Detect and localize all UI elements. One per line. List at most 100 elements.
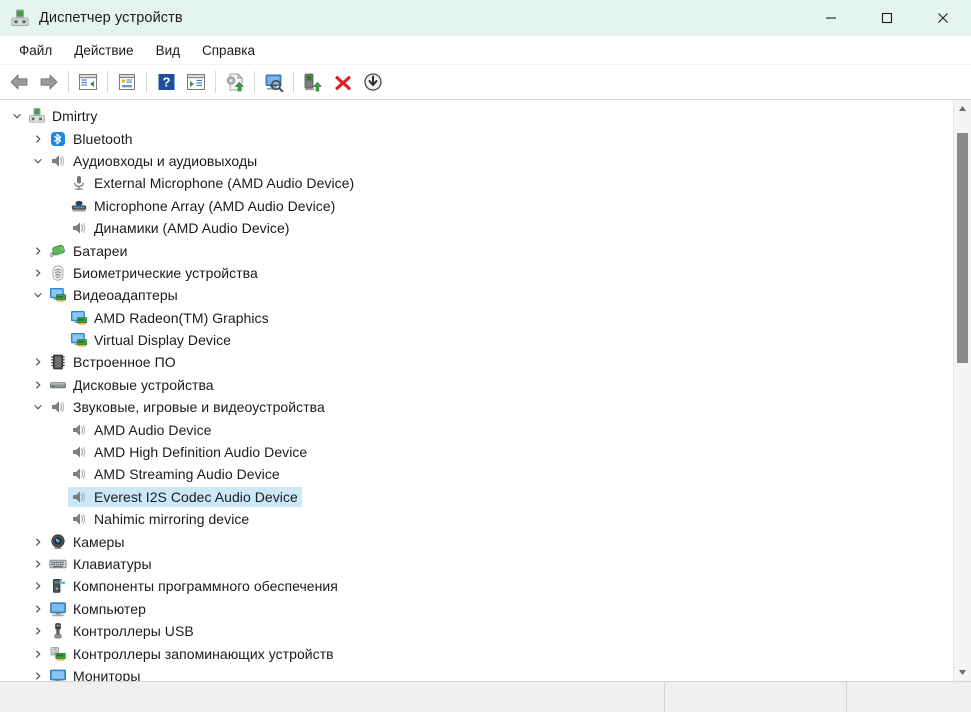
- tree-node[interactable]: AMD Audio Device: [0, 418, 953, 440]
- tree-node[interactable]: Звуковые, игровые и видеоустройства: [0, 396, 953, 418]
- chevron-down-icon[interactable]: [29, 284, 47, 306]
- chevron-right-icon[interactable]: [29, 262, 47, 284]
- tree-indent-spacer: [50, 463, 68, 485]
- tree-node-content[interactable]: Встроенное ПО: [47, 352, 180, 372]
- chevron-right-icon[interactable]: [29, 531, 47, 553]
- tree-node[interactable]: Динамики (AMD Audio Device): [0, 217, 953, 239]
- uninstall-device-icon[interactable]: [328, 68, 358, 96]
- vertical-scrollbar[interactable]: [953, 100, 971, 681]
- chevron-right-icon[interactable]: [29, 598, 47, 620]
- maximize-button[interactable]: [859, 0, 915, 36]
- scroll-up-arrow-icon[interactable]: [954, 100, 971, 117]
- tree-node-content[interactable]: Bluetooth: [47, 129, 137, 149]
- chevron-down-icon[interactable]: [8, 105, 26, 127]
- tree-node-content[interactable]: Камеры: [47, 532, 129, 552]
- forward-icon[interactable]: [34, 68, 64, 96]
- tree-node-content[interactable]: Everest I2S Codec Audio Device: [68, 486, 302, 507]
- chevron-right-icon[interactable]: [29, 553, 47, 575]
- tree-node-content[interactable]: AMD Audio Device: [68, 420, 216, 440]
- tree-node-content[interactable]: AMD Streaming Audio Device: [68, 464, 284, 484]
- back-icon[interactable]: [4, 68, 34, 96]
- tree-node[interactable]: Dmirtry: [0, 105, 953, 127]
- tree-node[interactable]: Компьютер: [0, 598, 953, 620]
- storage-controller-icon: [49, 645, 67, 663]
- scrollbar-thumb[interactable]: [957, 133, 968, 364]
- chevron-right-icon[interactable]: [29, 620, 47, 642]
- tree-node-content[interactable]: AMD High Definition Audio Device: [68, 442, 311, 462]
- show-hide-console-tree-icon[interactable]: [73, 68, 103, 96]
- tree-node-content[interactable]: Аудиовходы и аудиовыходы: [47, 151, 261, 171]
- tree-node[interactable]: Мониторы: [0, 665, 953, 681]
- tree-node-content[interactable]: AMD Radeon(TM) Graphics: [68, 308, 273, 328]
- tree-node[interactable]: Аудиовходы и аудиовыходы: [0, 150, 953, 172]
- tree-node[interactable]: Контроллеры запоминающих устройств: [0, 642, 953, 664]
- tree-node-content[interactable]: Virtual Display Device: [68, 330, 235, 350]
- window-title: Диспетчер устройств: [39, 10, 183, 26]
- tree-node-content[interactable]: Биометрические устройства: [47, 263, 262, 283]
- tree-node-selected[interactable]: Everest I2S Codec Audio Device: [0, 486, 953, 508]
- chevron-right-icon[interactable]: [29, 643, 47, 665]
- device-tree[interactable]: Dmirtry Bluetooth Аудиовходы и аудиовыходы…: [0, 100, 953, 681]
- tree-node[interactable]: Встроенное ПО: [0, 351, 953, 373]
- chevron-right-icon[interactable]: [29, 665, 47, 681]
- tree-node-content[interactable]: Звуковые, игровые и видеоустройства: [47, 397, 329, 417]
- speaker-icon: [70, 219, 88, 237]
- chevron-right-icon[interactable]: [29, 575, 47, 597]
- tree-node-content[interactable]: Компоненты программного обеспечения: [47, 576, 342, 596]
- tree-node[interactable]: Биометрические устройства: [0, 262, 953, 284]
- tree-node-content[interactable]: Динамики (AMD Audio Device): [68, 218, 294, 238]
- tree-node[interactable]: Клавиатуры: [0, 553, 953, 575]
- tree-node[interactable]: Камеры: [0, 530, 953, 552]
- tree-node-content[interactable]: External Microphone (AMD Audio Device): [68, 173, 358, 193]
- tree-node[interactable]: Компоненты программного обеспечения: [0, 575, 953, 597]
- chevron-right-icon[interactable]: [29, 240, 47, 262]
- tree-node[interactable]: AMD Radeon(TM) Graphics: [0, 307, 953, 329]
- tree-node[interactable]: Microphone Array (AMD Audio Device): [0, 195, 953, 217]
- tree-node-content[interactable]: Видеоадаптеры: [47, 285, 182, 305]
- chevron-down-icon[interactable]: [29, 396, 47, 418]
- menu-file[interactable]: Файл: [8, 40, 63, 61]
- audio-io-icon: [49, 152, 67, 170]
- tree-node-content[interactable]: Клавиатуры: [47, 554, 156, 574]
- disable-device-icon[interactable]: [358, 68, 388, 96]
- tree-node[interactable]: Видеоадаптеры: [0, 284, 953, 306]
- tree-node-content[interactable]: Microphone Array (AMD Audio Device): [68, 196, 339, 216]
- close-button[interactable]: [915, 0, 971, 36]
- chevron-right-icon[interactable]: [29, 351, 47, 373]
- chevron-right-icon[interactable]: [29, 128, 47, 150]
- menu-action[interactable]: Действие: [63, 40, 144, 61]
- tree-node[interactable]: Nahimic mirroring device: [0, 508, 953, 530]
- tree-node-content[interactable]: Мониторы: [47, 666, 144, 681]
- scrollbar-track[interactable]: [954, 117, 971, 664]
- scroll-down-arrow-icon[interactable]: [954, 664, 971, 681]
- menu-help[interactable]: Справка: [191, 40, 266, 61]
- tree-node[interactable]: Дисковые устройства: [0, 374, 953, 396]
- update-driver-icon[interactable]: [220, 68, 250, 96]
- chevron-right-icon[interactable]: [29, 374, 47, 396]
- tree-node[interactable]: Bluetooth: [0, 127, 953, 149]
- tree-node[interactable]: Батареи: [0, 239, 953, 261]
- tree-node[interactable]: AMD High Definition Audio Device: [0, 441, 953, 463]
- tree-node-content[interactable]: Nahimic mirroring device: [68, 509, 253, 529]
- window-controls: [803, 0, 971, 36]
- properties-icon[interactable]: [112, 68, 142, 96]
- action-menu-icon[interactable]: [181, 68, 211, 96]
- tree-node-content[interactable]: Компьютер: [47, 599, 150, 619]
- tree-node-content[interactable]: Батареи: [47, 241, 131, 261]
- tree-node-content[interactable]: Контроллеры запоминающих устройств: [47, 644, 338, 664]
- help-icon[interactable]: ?: [151, 68, 181, 96]
- chevron-down-icon[interactable]: [29, 150, 47, 172]
- tree-node[interactable]: AMD Streaming Audio Device: [0, 463, 953, 485]
- tree-node[interactable]: Контроллеры USB: [0, 620, 953, 642]
- tree-node[interactable]: Virtual Display Device: [0, 329, 953, 351]
- enable-device-icon[interactable]: [298, 68, 328, 96]
- tree-node-content[interactable]: Dmirtry: [26, 106, 101, 126]
- menu-view[interactable]: Вид: [145, 40, 191, 61]
- battery-icon: [49, 242, 67, 260]
- tree-node-content[interactable]: Контроллеры USB: [47, 621, 198, 641]
- tree-node-content[interactable]: Дисковые устройства: [47, 375, 218, 395]
- minimize-button[interactable]: [803, 0, 859, 36]
- tree-node[interactable]: External Microphone (AMD Audio Device): [0, 172, 953, 194]
- scan-hardware-changes-icon[interactable]: [259, 68, 289, 96]
- tree-node-label: Компьютер: [73, 600, 146, 617]
